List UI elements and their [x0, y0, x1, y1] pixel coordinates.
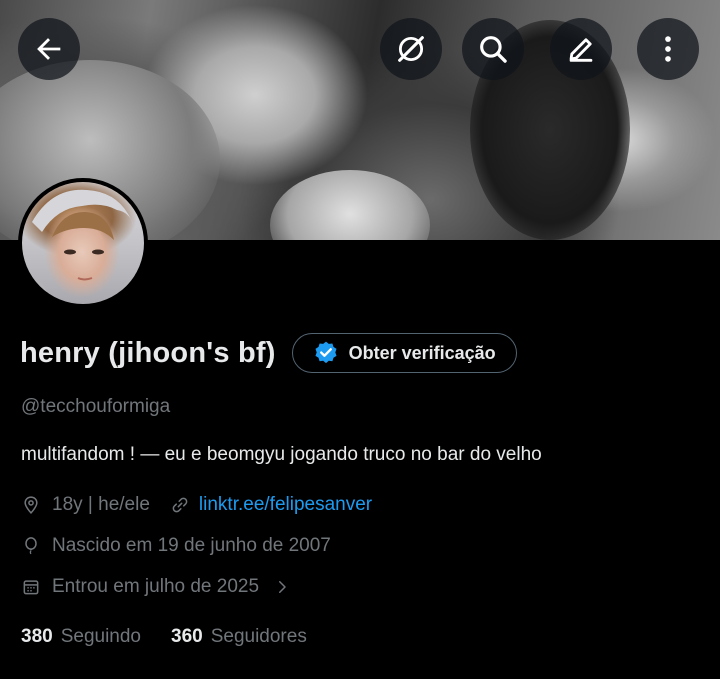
verified-badge-icon [315, 341, 337, 364]
get-verified-label: Obter verificação [348, 342, 496, 363]
search-button[interactable] [462, 18, 524, 80]
location-pin-icon [24, 496, 38, 515]
edit-pencil-icon [569, 38, 593, 62]
followers-link[interactable]: 360 Seguidores [171, 626, 307, 648]
profile-joined: Entrou em julho de 2025 [52, 576, 260, 597]
following-label: Seguindo [60, 626, 141, 647]
profile-website-link[interactable]: linktr.ee/felipesanver [199, 494, 372, 516]
profile-location: 18y | he/ele [52, 494, 150, 515]
following-link[interactable]: 380 Seguindo [21, 626, 141, 648]
calendar-icon [23, 580, 39, 595]
edit-button[interactable] [550, 18, 612, 80]
profile-name-row: henry (jihoon's bf) Obter verificação [20, 333, 517, 373]
more-options-button[interactable] [637, 18, 699, 80]
following-count: 380 [21, 626, 53, 647]
blocked-circle-icon [398, 36, 424, 62]
followers-count: 360 [171, 626, 203, 647]
profile-bio: multifandom ! — eu e beomgyu jogando tru… [21, 444, 542, 465]
profile-handle: @tecchouformiga [21, 396, 171, 417]
block-button[interactable] [380, 18, 442, 80]
profile-meta-birthday: Nascido em 19 de junho de 2007 [21, 535, 331, 557]
avatar-image [22, 182, 144, 304]
back-button[interactable] [18, 18, 80, 80]
profile-meta-joined[interactable]: Entrou em julho de 2025 [21, 576, 291, 598]
chevron-right-icon [279, 581, 286, 593]
get-verified-button[interactable]: Obter verificação [291, 333, 517, 373]
more-vertical-icon [665, 36, 671, 62]
link-icon [172, 497, 188, 513]
avatar[interactable] [18, 178, 148, 308]
profile-stats: 380 Seguindo 360 Seguidores [21, 626, 337, 648]
followers-label: Seguidores [210, 626, 307, 647]
profile-meta-location: 18y | he/ele linktr.ee/felipesanver [21, 494, 372, 516]
balloon-icon [25, 537, 37, 555]
banner-image-detail [270, 170, 430, 240]
search-icon [480, 36, 507, 63]
profile-name: henry (jihoon's bf) [20, 336, 276, 369]
profile-birthday: Nascido em 19 de junho de 2007 [52, 535, 331, 556]
arrow-left-icon [37, 38, 61, 60]
